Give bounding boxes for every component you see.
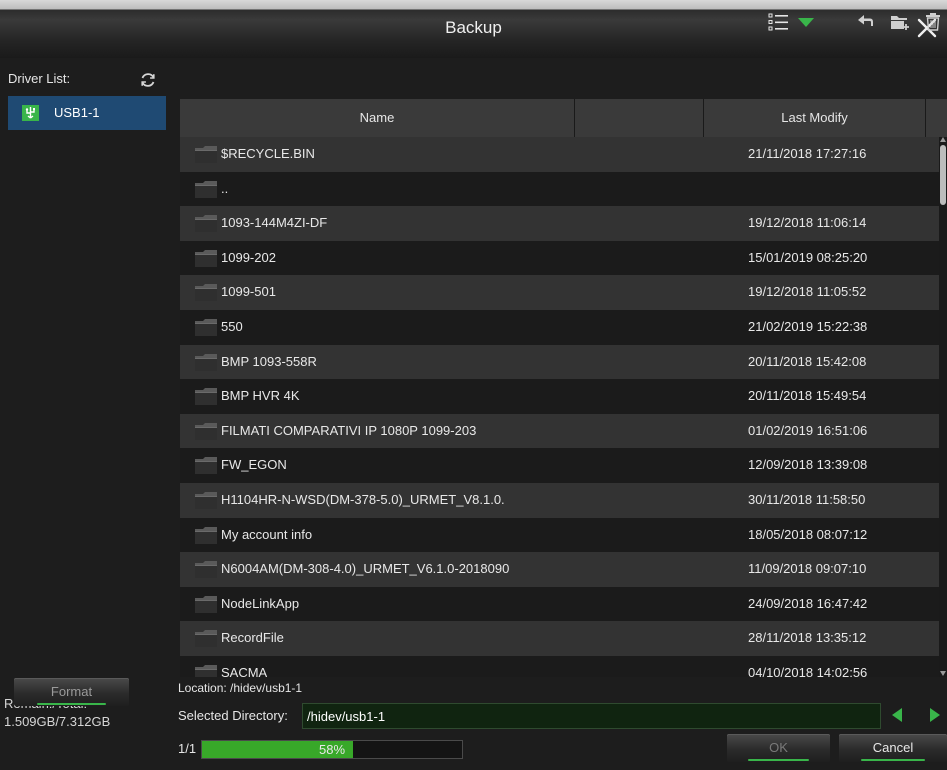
file-last-modify: 04/10/2018 14:02:56 bbox=[748, 664, 868, 677]
file-last-modify: 24/09/2018 16:47:42 bbox=[748, 595, 868, 611]
folder-icon bbox=[195, 664, 217, 677]
folder-icon bbox=[195, 353, 217, 371]
file-name: BMP 1093-558R bbox=[221, 353, 317, 369]
file-last-modify: 18/05/2018 08:07:12 bbox=[748, 526, 868, 542]
cancel-button[interactable]: Cancel bbox=[839, 734, 947, 762]
drive-item-usb1-1[interactable]: USB1-1 bbox=[8, 96, 166, 130]
remain-total-value: 1.509GB/7.312GB bbox=[4, 714, 111, 729]
file-last-modify: 21/02/2019 15:22:38 bbox=[748, 318, 868, 334]
prev-arrow-icon[interactable] bbox=[892, 708, 902, 722]
file-list: $RECYCLE.BIN 21/11/2018 17:27:16.. 1093-14… bbox=[180, 137, 939, 677]
vertical-scrollbar[interactable] bbox=[939, 137, 947, 677]
column-header-filler bbox=[926, 99, 947, 137]
folder-icon bbox=[195, 318, 217, 336]
file-name: 1099-501 bbox=[221, 284, 276, 300]
list-view-icon[interactable] bbox=[768, 10, 790, 34]
table-row[interactable]: BMP HVR 4K 20/11/2018 15:49:54 bbox=[180, 379, 939, 414]
folder-icon bbox=[195, 526, 217, 544]
refresh-icon[interactable] bbox=[138, 70, 158, 90]
file-last-modify: 15/01/2019 08:25:20 bbox=[748, 249, 868, 265]
selected-directory-label: Selected Directory: bbox=[178, 708, 288, 723]
table-row[interactable]: My account info 18/05/2018 08:07:12 bbox=[180, 517, 939, 553]
folder-icon bbox=[195, 214, 217, 233]
table-row[interactable]: H1104HR-N-WSD(DM-378-5.0)_URMET_V8.1.0. 3… bbox=[180, 482, 939, 518]
file-name: NodeLinkApp bbox=[221, 595, 300, 611]
selected-directory-input[interactable] bbox=[302, 703, 881, 729]
file-last-modify: 30/11/2018 11:58:50 bbox=[748, 491, 866, 507]
file-name: N6004AM(DM-308-4.0)_URMET_V6.1.0-2018090 bbox=[221, 561, 510, 577]
file-name: FILMATI COMPARATIVI IP 1080P 1099-203 bbox=[221, 422, 477, 438]
table-header: Name Last Modify bbox=[180, 99, 947, 137]
table-row[interactable]: $RECYCLE.BIN 21/11/2018 17:27:16 bbox=[180, 137, 939, 172]
file-name: 1093-144M4ZI-DF bbox=[221, 215, 328, 231]
folder-icon bbox=[195, 595, 217, 613]
file-name: FW_EGON bbox=[221, 457, 287, 473]
table-row[interactable]: FW_EGON 12/09/2018 13:39:08 bbox=[180, 448, 939, 483]
progress-text: 58% bbox=[318, 742, 346, 757]
usb-icon bbox=[22, 105, 39, 121]
folder-icon bbox=[195, 283, 217, 302]
column-header-blank bbox=[575, 99, 704, 137]
progress-bar: 58% bbox=[201, 740, 463, 759]
file-name: 1099-202 bbox=[221, 249, 276, 265]
file-last-modify: 11/09/2018 09:07:10 bbox=[748, 561, 867, 577]
driver-sidebar: Driver List: USB1-1 Remain:/Total: 1.509… bbox=[0, 58, 176, 770]
file-last-modify: 20/11/2018 15:49:54 bbox=[748, 388, 867, 404]
next-arrow-icon[interactable] bbox=[930, 708, 940, 722]
dropdown-triangle-icon[interactable] bbox=[798, 10, 814, 34]
ok-button[interactable]: OK bbox=[727, 734, 830, 762]
file-last-modify: 19/12/2018 11:05:52 bbox=[748, 284, 867, 300]
table-row[interactable]: BMP 1093-558R 20/11/2018 15:42:08 bbox=[180, 344, 939, 380]
file-name: .. bbox=[221, 180, 229, 196]
driver-list-label: Driver List: bbox=[8, 71, 71, 86]
folder-icon bbox=[195, 422, 217, 440]
table-row[interactable]: 1093-144M4ZI-DF 19/12/2018 11:06:14 bbox=[180, 206, 939, 241]
table-row[interactable]: FILMATI COMPARATIVI IP 1080P 1099-203 01/… bbox=[180, 413, 939, 449]
file-name: SACMA bbox=[221, 664, 268, 677]
scroll-up-icon[interactable] bbox=[940, 137, 946, 142]
file-last-modify: 28/11/2018 13:35:12 bbox=[748, 630, 867, 646]
table-row[interactable]: NodeLinkApp 24/09/2018 16:47:42 bbox=[180, 586, 939, 622]
file-last-modify: 19/12/2018 11:06:14 bbox=[748, 215, 867, 231]
file-last-modify: 21/11/2018 17:27:16 bbox=[748, 146, 867, 161]
file-name: My account info bbox=[221, 526, 313, 542]
file-name: RecordFile bbox=[221, 630, 284, 646]
trash-icon[interactable] bbox=[924, 10, 942, 34]
file-table: Name Last Modify $RECYCLE.BIN 21/11/2018 … bbox=[180, 99, 947, 677]
column-header-last-modify[interactable]: Last Modify bbox=[704, 99, 926, 137]
drive-label: USB1-1 bbox=[54, 105, 100, 120]
table-row[interactable]: 550 21/02/2019 15:22:38 bbox=[180, 309, 939, 345]
backup-dialog: Backup Driver List: USB1-1 Remain:/Total… bbox=[0, 0, 947, 770]
format-button[interactable]: Format bbox=[14, 678, 129, 706]
folder-icon bbox=[195, 629, 217, 648]
folder-icon bbox=[195, 180, 217, 198]
table-row[interactable]: SACMA 04/10/2018 14:02:56 bbox=[180, 655, 939, 677]
page-indicator: 1/1 bbox=[178, 741, 197, 756]
file-last-modify: 20/11/2018 15:42:08 bbox=[748, 353, 867, 369]
table-row[interactable]: .. bbox=[180, 171, 939, 207]
file-name: BMP HVR 4K bbox=[221, 388, 300, 404]
back-arrow-icon[interactable] bbox=[856, 10, 876, 34]
table-row[interactable]: 1099-501 19/12/2018 11:05:52 bbox=[180, 275, 939, 310]
folder-icon bbox=[195, 491, 217, 509]
scroll-down-icon[interactable] bbox=[940, 671, 946, 676]
location-path: Location: /hidev/usb1-1 bbox=[178, 681, 303, 695]
file-name: 550 bbox=[221, 318, 243, 334]
scrollbar-thumb[interactable] bbox=[940, 145, 946, 205]
folder-icon bbox=[195, 456, 217, 475]
column-header-name[interactable]: Name bbox=[180, 99, 575, 137]
file-last-modify: 12/09/2018 13:39:08 bbox=[748, 457, 868, 473]
folder-icon bbox=[195, 560, 217, 579]
file-name: $RECYCLE.BIN bbox=[221, 146, 315, 161]
table-row[interactable]: RecordFile 28/11/2018 13:35:12 bbox=[180, 621, 939, 656]
table-row[interactable]: 1099-202 15/01/2019 08:25:20 bbox=[180, 240, 939, 276]
file-last-modify: 01/02/2019 16:51:06 bbox=[748, 422, 868, 438]
new-folder-icon[interactable] bbox=[890, 10, 910, 34]
folder-icon bbox=[195, 249, 217, 267]
folder-icon bbox=[195, 145, 217, 163]
folder-icon bbox=[195, 387, 217, 406]
table-row[interactable]: N6004AM(DM-308-4.0)_URMET_V6.1.0-2018090… bbox=[180, 552, 939, 587]
file-name: H1104HR-N-WSD(DM-378-5.0)_URMET_V8.1.0. bbox=[221, 491, 505, 507]
